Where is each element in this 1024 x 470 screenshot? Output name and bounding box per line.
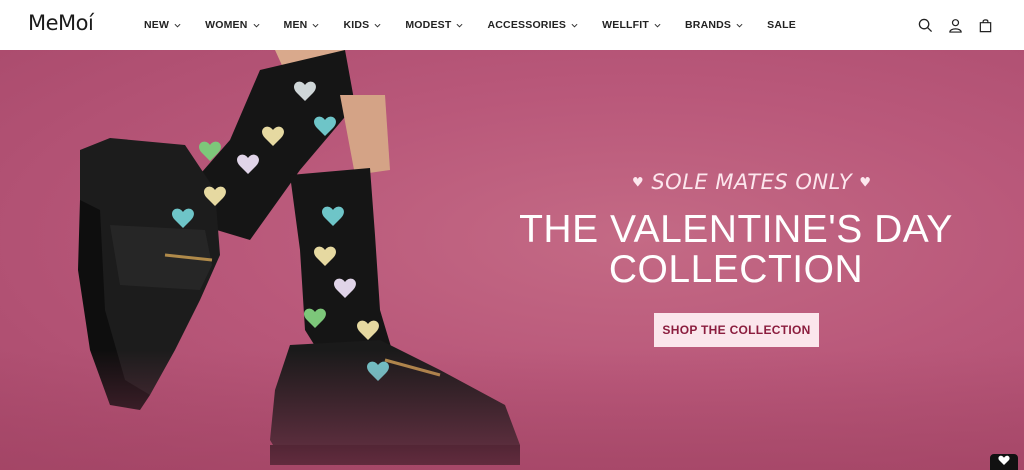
nav-item-label: SALE: [767, 19, 796, 31]
chevron-down-icon: [253, 22, 260, 29]
nav-item-label: WELLFIT: [602, 19, 650, 31]
site-header: MeMoí NEW WOMEN MEN KIDS MODEST ACCESSOR…: [0, 0, 1024, 50]
heart-icon: ♥: [859, 175, 872, 191]
nav-item-sale[interactable]: SALE: [767, 0, 796, 50]
nav-item-label: ACCESSORIES: [487, 19, 567, 31]
nav-item-label: NEW: [144, 19, 170, 31]
hero-floor-shadow: [0, 350, 1024, 470]
hero-tagline-text: SOLE MATES ONLY: [651, 170, 853, 194]
hero-headline: THE VALENTINE'S DAY COLLECTION: [500, 210, 972, 290]
chevron-down-icon: [456, 22, 463, 29]
hero-banner: ♥ SOLE MATES ONLY ♥ THE VALENTINE'S DAY …: [0, 50, 1024, 470]
nav-item-women[interactable]: WOMEN: [205, 0, 260, 50]
header-tools: [916, 0, 994, 50]
nav-item-label: BRANDS: [685, 19, 732, 31]
nav-item-wellfit[interactable]: WELLFIT: [602, 0, 661, 50]
chevron-down-icon: [571, 22, 578, 29]
search-icon[interactable]: [916, 16, 934, 34]
hero-headline-line2: COLLECTION: [608, 248, 864, 291]
nav-item-label: WOMEN: [205, 19, 248, 31]
nav-item-accessories[interactable]: ACCESSORIES: [487, 0, 578, 50]
nav-item-new[interactable]: NEW: [144, 0, 181, 50]
cart-icon[interactable]: [976, 16, 994, 34]
brand-logo[interactable]: MeMoí: [28, 11, 94, 35]
nav-item-kids[interactable]: KIDS: [343, 0, 381, 50]
wishlist-floating-button[interactable]: [990, 454, 1018, 470]
chevron-down-icon: [374, 22, 381, 29]
nav-item-label: KIDS: [343, 19, 370, 31]
nav-item-label: MODEST: [405, 19, 452, 31]
chevron-down-icon: [654, 22, 661, 29]
nav-item-men[interactable]: MEN: [284, 0, 320, 50]
heart-icon: [998, 453, 1010, 470]
chevron-down-icon: [312, 22, 319, 29]
main-nav: NEW WOMEN MEN KIDS MODEST ACCESSORIES WE…: [144, 0, 820, 50]
nav-item-brands[interactable]: BRANDS: [685, 0, 743, 50]
nav-item-label: MEN: [283, 19, 308, 31]
shop-collection-button[interactable]: SHOP THE COLLECTION: [654, 313, 819, 347]
hero-headline-line1: THE VALENTINE'S DAY: [519, 208, 953, 251]
chevron-down-icon: [736, 22, 743, 29]
chevron-down-icon: [174, 22, 181, 29]
heart-icon: ♥: [632, 175, 645, 191]
account-icon[interactable]: [946, 16, 964, 34]
hero-tagline: ♥ SOLE MATES ONLY ♥: [632, 170, 871, 194]
nav-item-modest[interactable]: MODEST: [405, 0, 463, 50]
